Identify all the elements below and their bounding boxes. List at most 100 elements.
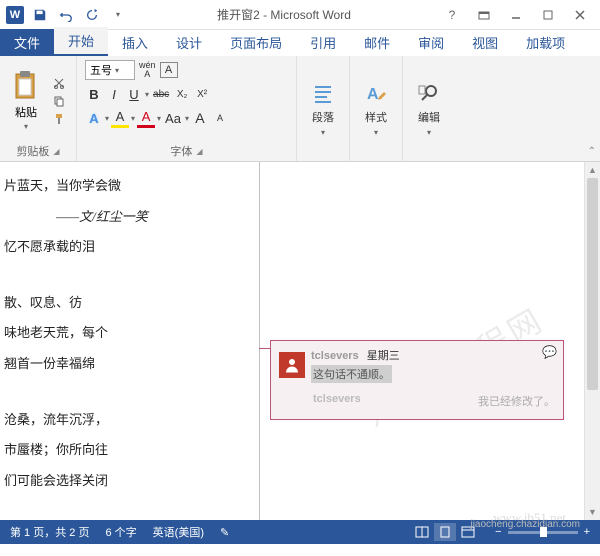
maximize-icon xyxy=(543,10,553,20)
tab-addins[interactable]: 加载项 xyxy=(512,29,579,56)
chevron-down-icon: ▾ xyxy=(24,122,28,131)
redo-button[interactable] xyxy=(80,3,104,27)
chevron-down-icon: ▾ xyxy=(116,10,120,19)
doc-line: 忆不愿承载的泪 xyxy=(4,235,251,260)
tab-layout[interactable]: 页面布局 xyxy=(216,29,296,56)
char-border-button[interactable]: A xyxy=(160,62,178,78)
zoom-in-button[interactable]: + xyxy=(584,526,590,538)
save-icon xyxy=(33,8,47,22)
comment-balloon[interactable]: 💬 tclsevers 星期三 这句话不通顺。 tclsevers 我已经修改了… xyxy=(270,340,564,420)
undo-button[interactable] xyxy=(54,3,78,27)
status-language[interactable]: 英语(美国) xyxy=(153,524,204,540)
paste-icon xyxy=(12,70,40,102)
editing-button[interactable]: 编辑 ▾ xyxy=(411,80,447,139)
vertical-scrollbar[interactable]: ▲ ▼ xyxy=(584,162,600,520)
phonetic-guide-button[interactable]: wénA xyxy=(137,60,158,80)
find-icon xyxy=(417,82,441,106)
clipboard-dialog-launcher[interactable]: ◢ xyxy=(53,147,59,156)
document-body[interactable]: 片蓝天，当你学会微 ——文/红尘一笑 忆不愿承载的泪 散、叹息、彷 味地老天荒，… xyxy=(0,162,260,520)
svg-text:A: A xyxy=(367,86,379,103)
font-dialog-launcher[interactable]: ◢ xyxy=(196,147,202,156)
zoom-control: − + xyxy=(495,526,590,538)
chevron-down-icon: ▾ xyxy=(427,128,431,137)
view-web-button[interactable] xyxy=(457,523,479,541)
close-button[interactable] xyxy=(566,5,594,25)
highlight-button[interactable]: A xyxy=(111,108,129,128)
clipboard-label: 剪贴板 xyxy=(16,143,49,159)
group-styles: A 样式 ▾ xyxy=(350,56,403,161)
chevron-down-icon: ▾ xyxy=(374,128,378,137)
copy-button[interactable] xyxy=(50,93,68,109)
redo-icon xyxy=(85,8,99,22)
comment-reply-icon[interactable]: 💬 xyxy=(542,345,557,359)
tab-mailings[interactable]: 邮件 xyxy=(350,29,404,56)
scroll-thumb[interactable] xyxy=(587,178,598,390)
scroll-track[interactable] xyxy=(585,178,600,504)
font-size-select[interactable]: 五号 ▾ xyxy=(85,60,135,80)
group-clipboard: 粘贴 ▾ 剪贴板 ◢ xyxy=(0,56,77,161)
scroll-down-button[interactable]: ▼ xyxy=(585,504,600,520)
tab-view[interactable]: 视图 xyxy=(458,29,512,56)
doc-line: 翘首一份幸福绵 xyxy=(4,352,251,377)
styles-button[interactable]: A 样式 ▾ xyxy=(358,80,394,139)
tab-home[interactable]: 开始 xyxy=(54,27,108,56)
zoom-slider[interactable] xyxy=(508,531,578,534)
cut-button[interactable] xyxy=(50,75,68,91)
status-page[interactable]: 第 1 页，共 2 页 xyxy=(10,524,89,540)
chevron-down-icon: ▾ xyxy=(145,90,149,99)
underline-button[interactable]: U xyxy=(125,84,143,104)
font-color-button[interactable]: A xyxy=(137,108,155,128)
tab-insert[interactable]: 插入 xyxy=(108,29,162,56)
grow-font-button[interactable]: A xyxy=(191,108,209,128)
ribbon-display-icon xyxy=(478,9,490,21)
brush-icon xyxy=(53,113,65,125)
view-print-button[interactable] xyxy=(434,523,456,541)
ribbon-options-button[interactable] xyxy=(470,5,498,25)
italic-button[interactable]: I xyxy=(105,84,123,104)
doc-byline: ——文/红尘一笑 xyxy=(4,205,251,230)
paragraph-icon xyxy=(311,82,335,106)
zoom-out-button[interactable]: − xyxy=(495,526,501,538)
shrink-font-button[interactable]: A xyxy=(211,108,229,128)
superscript-button[interactable]: X² xyxy=(193,84,211,104)
doc-line: 散、叹息、彷 xyxy=(4,291,251,316)
text-effects-button[interactable]: A xyxy=(85,108,103,128)
doc-line: 沧桑，流年沉浮， xyxy=(4,408,251,433)
comment-date: 星期三 xyxy=(367,347,400,363)
paragraph-button[interactable]: 段落 ▾ xyxy=(305,80,341,139)
strike-button[interactable]: abc xyxy=(151,84,171,104)
maximize-button[interactable] xyxy=(534,5,562,25)
help-button[interactable]: ? xyxy=(438,5,466,25)
bold-button[interactable]: B xyxy=(85,84,103,104)
save-button[interactable] xyxy=(28,3,52,27)
change-case-button[interactable]: Aa xyxy=(163,108,183,128)
doc-line: 们可能会选择关闭 xyxy=(4,469,251,494)
document-area: 片蓝天，当你学会微 ——文/红尘一笑 忆不愿承载的泪 散、叹息、彷 味地老天荒，… xyxy=(0,162,600,520)
subscript-button[interactable]: X₂ xyxy=(173,84,191,104)
collapse-ribbon-button[interactable]: ⌃ xyxy=(588,146,596,157)
tab-file[interactable]: 文件 xyxy=(0,29,54,56)
format-painter-button[interactable] xyxy=(50,111,68,127)
status-revise-icon[interactable]: ✎ xyxy=(220,526,229,539)
chevron-down-icon: ▾ xyxy=(105,114,109,123)
tab-references[interactable]: 引用 xyxy=(296,29,350,56)
view-read-button[interactable] xyxy=(411,523,433,541)
zoom-thumb[interactable] xyxy=(540,527,547,537)
comment-reply-text: 我已经修改了。 xyxy=(478,393,555,409)
chevron-down-icon: ▾ xyxy=(115,66,119,75)
doc-line: 片蓝天，当你学会微 xyxy=(4,174,251,199)
print-layout-icon xyxy=(438,526,452,538)
paste-button[interactable]: 粘贴 ▾ xyxy=(8,68,44,133)
status-word-count[interactable]: 6 个字 xyxy=(105,524,136,540)
qat-customize[interactable]: ▾ xyxy=(106,3,130,27)
tab-review[interactable]: 审阅 xyxy=(404,29,458,56)
font-group-label: 字体 xyxy=(170,143,192,159)
minimize-button[interactable] xyxy=(502,5,530,25)
word-app-icon: W xyxy=(6,6,24,24)
window-title: 推开窗2 - Microsoft Word xyxy=(130,6,438,23)
scroll-up-button[interactable]: ▲ xyxy=(585,162,600,178)
tab-design[interactable]: 设计 xyxy=(162,29,216,56)
paste-label: 粘贴 xyxy=(15,104,37,120)
doc-line: 市蜃楼；你所向往 xyxy=(4,438,251,463)
cut-icon xyxy=(53,77,65,89)
